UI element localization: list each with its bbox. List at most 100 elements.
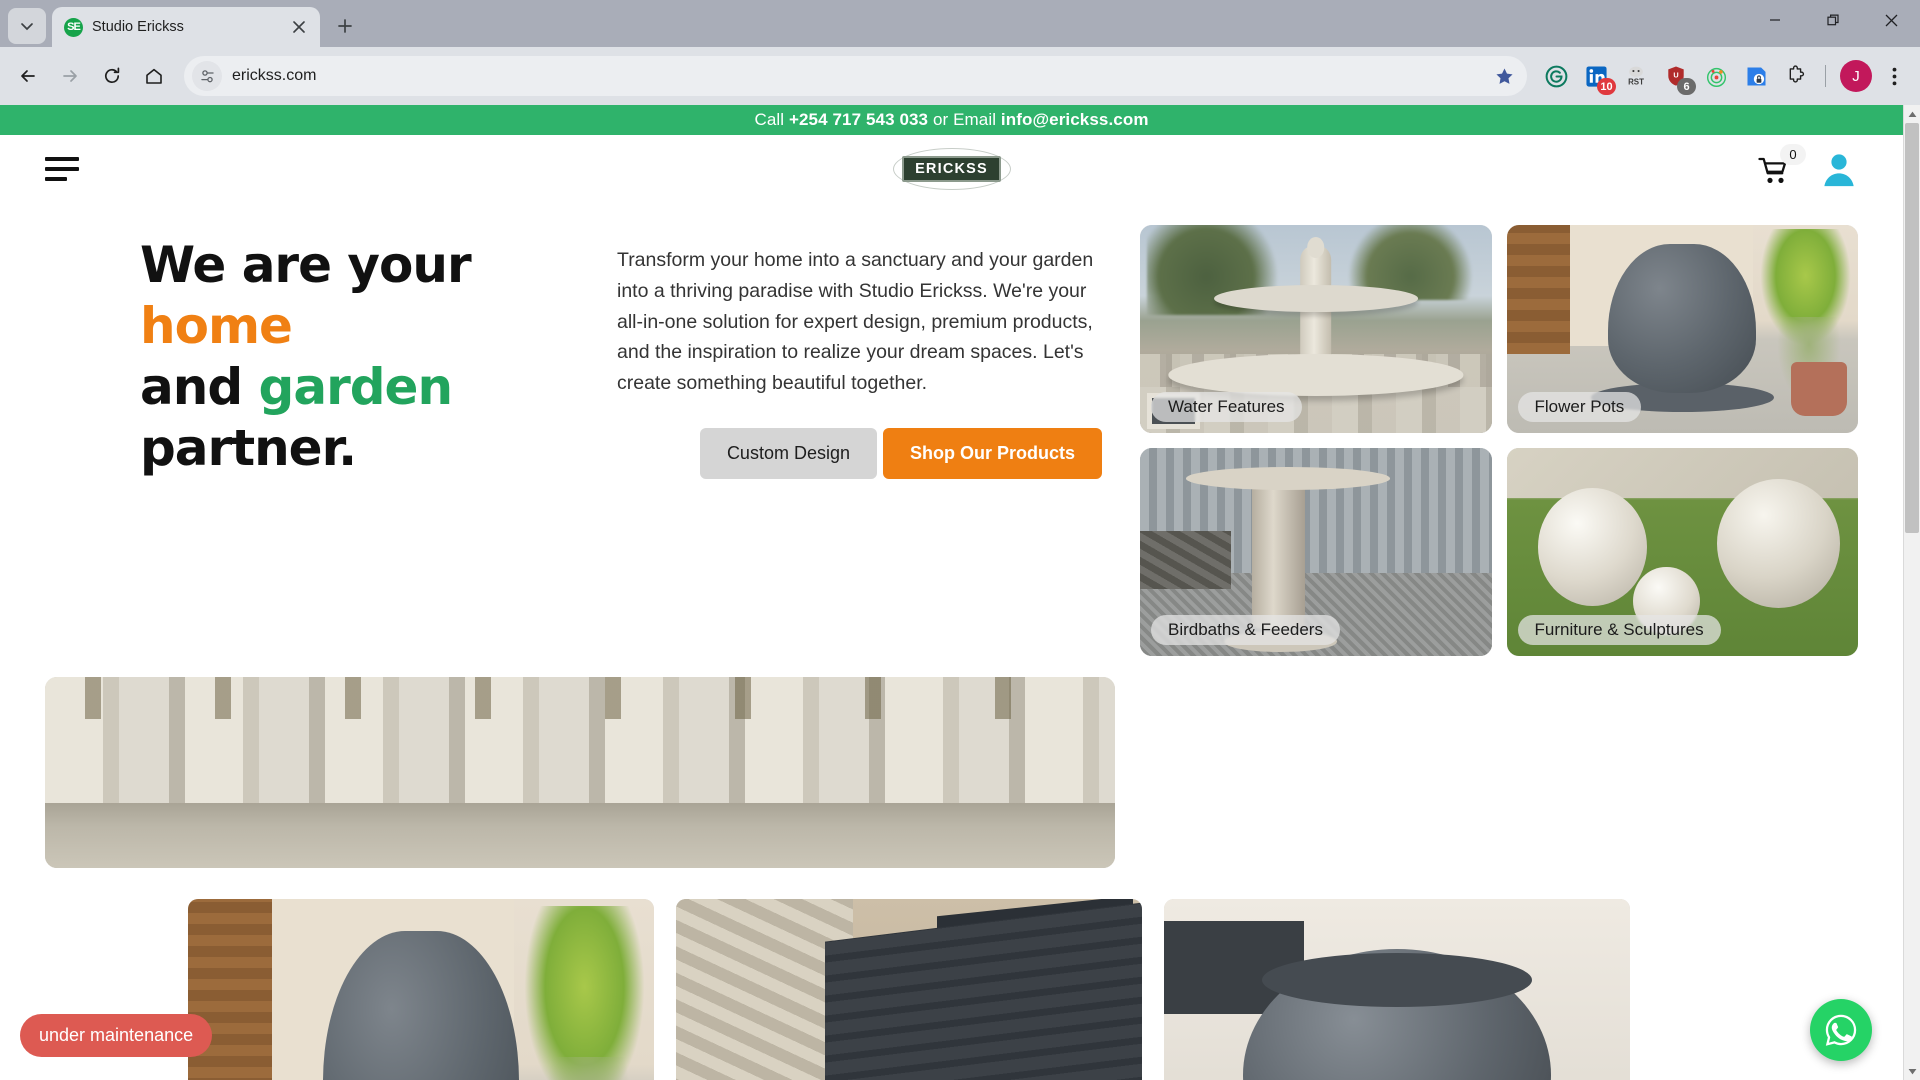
window-controls [1746,0,1920,47]
whatsapp-chat-button[interactable] [1810,999,1872,1061]
headline-text: and [140,358,259,416]
banner-scene [45,677,1115,868]
category-label: Birdbaths & Feeders [1151,615,1340,645]
shop-our-products-button[interactable]: Shop Our Products [882,427,1102,479]
cart-button[interactable]: 0 [1758,144,1806,186]
site-settings-icon[interactable] [192,61,222,91]
forward-button[interactable] [50,56,90,96]
scroll-up-button[interactable] [1904,105,1920,123]
web-page: Call +254 717 543 033 or Email info@eric… [0,105,1903,1080]
shield-extension-button[interactable]: U 6 [1659,59,1696,95]
product-card[interactable] [188,899,654,1080]
triangle-down-icon [1908,1068,1916,1074]
svg-text:U: U [1673,71,1678,80]
whatsapp-icon [1825,1014,1857,1046]
category-label: Furniture & Sculptures [1517,615,1721,645]
radar-icon [1706,67,1726,87]
logo-text: ERICKSS [902,156,1001,182]
browser-tab[interactable]: SE Studio Erickss [52,7,320,47]
extensions-puzzle-button[interactable] [1779,59,1813,93]
new-tab-button[interactable] [328,9,362,43]
hamburger-line [45,167,79,171]
headline-line-2: and garden partner. [140,357,585,479]
hero-paragraph: Transform your home into a sanctuary and… [617,249,1094,395]
or-email-label: or Email [932,110,997,129]
header-actions: 0 [1758,144,1858,188]
puzzle-icon [1789,65,1805,83]
scrollbar-thumb[interactable] [1905,123,1919,533]
tab-search-button[interactable] [8,8,46,44]
tune-icon [200,69,214,82]
three-dots-icon [1892,67,1896,85]
address-bar[interactable]: erickss.com [184,56,1527,96]
tab-close-button[interactable] [288,16,310,38]
tab-favicon: SE [64,17,83,37]
chevron-down-icon [21,23,33,31]
product-card[interactable] [676,899,1142,1080]
home-button[interactable] [134,56,174,96]
category-card-furniture-sculptures[interactable]: Furniture & Sculptures [1506,448,1858,656]
product-gallery [0,868,1903,1080]
headline-text: We are your [140,236,472,294]
call-label: Call [754,110,785,129]
star-icon [1495,68,1513,84]
grammarly-extension-button[interactable] [1539,59,1573,93]
hero-cta-row: Custom Design Shop Our Products [617,427,1110,479]
arrow-right-icon [63,70,77,82]
product-image [188,899,654,1080]
category-card-birdbaths-feeders[interactable]: Birdbaths & Feeders [1140,448,1492,656]
site-header: ERICKSS 0 [0,135,1903,203]
hero-headline: We are your home and garden partner. [140,235,585,479]
back-button[interactable] [8,56,48,96]
plus-icon [338,19,352,33]
page-viewport: Call +254 717 543 033 or Email info@eric… [0,105,1920,1080]
bookmark-star-button[interactable] [1487,59,1521,93]
linkedin-extension-button[interactable]: 10 [1579,59,1616,95]
url-text: erickss.com [232,67,317,84]
category-label: Water Features [1151,392,1302,422]
restore-icon [1826,14,1839,25]
scrollbar-track[interactable] [1904,123,1920,1062]
minimize-button[interactable] [1746,0,1804,40]
category-grid: Water Features Flower Pots Birdbaths & F… [1140,221,1858,656]
security-extension-button[interactable] [1739,59,1773,93]
phone-number[interactable]: +254 717 543 033 [789,110,928,130]
close-icon [1885,14,1897,26]
headline-line-1: We are your home [140,235,585,357]
under-maintenance-badge[interactable]: under maintenance [20,1014,213,1057]
arrow-left-icon [21,70,35,82]
user-account-icon[interactable] [1820,150,1858,188]
svg-text:RST: RST [1628,77,1644,86]
cart-count-badge: 0 [1780,144,1806,165]
hero-banner-image [45,677,1115,868]
profile-avatar[interactable]: J [1840,60,1872,92]
reload-icon [104,67,120,84]
product-image [676,899,1142,1080]
custom-design-button[interactable]: Custom Design [699,427,877,479]
hero-description-block: Transform your home into a sanctuary and… [585,221,1140,656]
reload-button[interactable] [92,56,132,96]
home-icon [146,68,162,84]
scroll-down-button[interactable] [1904,1062,1920,1080]
category-label: Flower Pots [1517,392,1642,422]
rst-icon: RST [1628,66,1644,86]
toolbar-divider [1825,65,1826,87]
rst-extension-button[interactable]: RST [1619,59,1653,93]
email-address[interactable]: info@erickss.com [1001,110,1149,130]
restore-button[interactable] [1804,0,1862,40]
tracker-extension-button[interactable] [1699,59,1733,93]
tab-strip: SE Studio Erickss [0,0,1920,47]
lock-shield-icon [1746,66,1766,86]
browser-toolbar: erickss.com 10 RST U 6 J [0,47,1920,105]
product-card[interactable] [1164,899,1630,1080]
category-card-flower-pots[interactable]: Flower Pots [1506,225,1858,433]
close-window-button[interactable] [1862,0,1920,40]
triangle-up-icon [1908,111,1916,117]
extension-badge: 10 [1597,78,1616,95]
category-card-water-features[interactable]: Water Features [1140,225,1492,433]
browser-menu-button[interactable] [1878,58,1910,94]
hamburger-menu-icon[interactable] [45,154,83,184]
page-scrollbar[interactable] [1903,105,1920,1080]
tab-title: Studio Erickss [92,19,184,35]
site-logo[interactable]: ERICKSS [892,147,1012,191]
